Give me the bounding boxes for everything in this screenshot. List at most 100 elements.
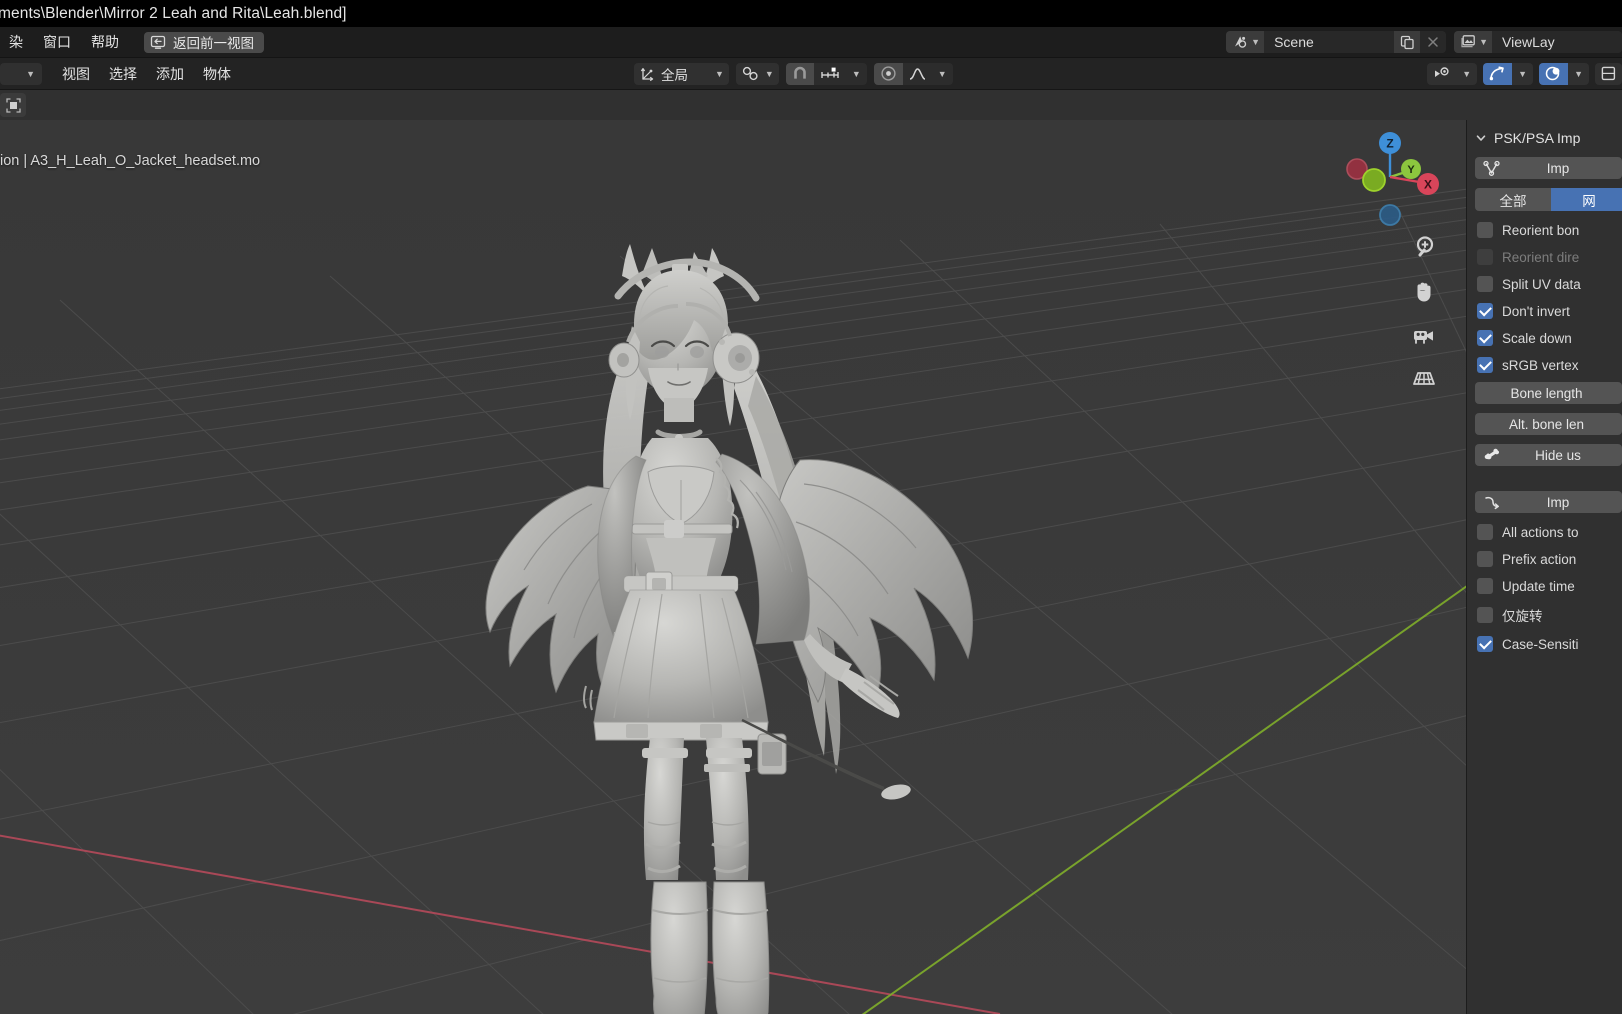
alt-bone-length-row: Alt. bone len <box>1467 413 1622 435</box>
scene-selector[interactable]: ▼ Scene <box>1226 31 1447 53</box>
animation-curve-icon <box>1483 494 1500 511</box>
option-row-case-sensitive[interactable]: Case-Sensiti <box>1477 636 1622 652</box>
rotation-only-label: 仅旋转 <box>1502 609 1543 624</box>
srgb-vertex-label: sRGB vertex <box>1502 357 1579 373</box>
dont-invert-checkbox[interactable] <box>1477 303 1493 319</box>
proportional-edit-toggle[interactable] <box>873 62 903 85</box>
scope-mesh-button[interactable]: 网 <box>1551 188 1622 211</box>
menu-window[interactable]: 窗口 <box>34 29 80 55</box>
proportional-edit-group: ▼ <box>873 62 953 85</box>
option-row-split-uv-data[interactable]: Split UV data <box>1477 276 1622 292</box>
chevron-down-icon: ▼ <box>937 68 947 79</box>
menu-select[interactable]: 选择 <box>100 61 146 87</box>
snap-toggle-button[interactable] <box>785 62 814 85</box>
snap-target-dropdown[interactable] <box>813 62 846 85</box>
chevron-down-icon: ▼ <box>764 68 774 79</box>
menu-add[interactable]: 添加 <box>147 61 193 87</box>
falloff-chevron[interactable]: ▼ <box>931 62 953 85</box>
overlays-toggle-button[interactable] <box>1539 62 1569 85</box>
zoom-icon <box>1411 234 1437 260</box>
viewlayer-selector[interactable]: ▼ ViewLay <box>1454 31 1622 53</box>
all-actions-label: All actions to <box>1502 524 1579 540</box>
prefix-action-checkbox[interactable] <box>1477 551 1493 567</box>
menu-view[interactable]: 视图 <box>53 61 99 87</box>
pivot-point-dropdown[interactable]: ▼ <box>735 62 779 85</box>
blender-window: ments\Blender\Mirror 2 Leah and Rita\Lea… <box>0 0 1622 1014</box>
transform-orientation-dropdown[interactable]: 全局 ▼ <box>634 62 729 85</box>
camera-view-button[interactable] <box>1409 320 1439 350</box>
camera-icon <box>1411 322 1437 348</box>
interaction-mode-dropdown[interactable]: ▼ <box>0 62 42 85</box>
option-row-update-time[interactable]: Update time <box>1477 578 1622 594</box>
alt-bone-length-label: Alt. bone len <box>1508 416 1585 432</box>
gizmo-chevron[interactable]: ▼ <box>1512 62 1534 85</box>
menu-render[interactable]: 染 <box>0 29 32 55</box>
orientation-axis-icon <box>639 65 656 82</box>
overlays-group: ▼ <box>1539 62 1589 85</box>
snapping-group: ▼ <box>785 62 867 85</box>
split-uv-data-label: Split UV data <box>1502 276 1581 292</box>
bone-icon <box>1483 447 1500 464</box>
scene-browse-button[interactable]: ▼ <box>1226 31 1265 53</box>
rotation-only-checkbox[interactable] <box>1477 607 1493 623</box>
case-sensitive-checkbox[interactable] <box>1477 636 1493 652</box>
chevron-down-icon: ▼ <box>1479 37 1488 47</box>
scene-delete-button[interactable] <box>1420 31 1447 53</box>
topbar-menu-group: 染 窗口 帮助 返回前一视图 <box>0 29 264 55</box>
reorient-directly-checkbox <box>1477 249 1493 265</box>
alt-bone-length-field[interactable]: Alt. bone len <box>1475 413 1622 435</box>
toggle-orthographic-button[interactable] <box>1409 364 1439 394</box>
option-row-reorient-directly: Reorient dire <box>1477 249 1622 265</box>
psk-psa-panel-header[interactable]: PSK/PSA Imp <box>1467 128 1622 148</box>
transform-orientation-label: 全局 <box>661 67 688 83</box>
viewport-nav-gizmo[interactable]: Z Y X <box>1333 125 1443 235</box>
scene-new-button[interactable] <box>1394 31 1421 53</box>
xray-toggle-button[interactable] <box>1595 62 1622 85</box>
split-uv-data-checkbox[interactable] <box>1477 276 1493 292</box>
select-box-tool-button[interactable] <box>0 93 26 117</box>
update-time-checkbox[interactable] <box>1477 578 1493 594</box>
falloff-dropdown[interactable] <box>902 62 932 85</box>
viewlayer-name-field[interactable]: ViewLay <box>1492 31 1622 53</box>
snap-options-chevron[interactable]: ▼ <box>845 62 867 85</box>
scale-down-checkbox[interactable] <box>1477 330 1493 346</box>
pan-view-button[interactable] <box>1409 276 1439 306</box>
option-row-prefix-action[interactable]: Prefix action <box>1477 551 1622 567</box>
select-box-tool-icon <box>5 97 22 114</box>
scene-name-field[interactable]: Scene <box>1264 31 1395 53</box>
option-row-rotation-only[interactable]: 仅旋转 <box>1477 605 1622 625</box>
chevron-down-icon <box>1475 132 1487 144</box>
menu-object[interactable]: 物体 <box>194 61 240 87</box>
option-row-all-actions[interactable]: All actions to <box>1477 524 1622 540</box>
import-psa-button[interactable]: Imp <box>1475 491 1622 513</box>
option-row-dont-invert[interactable]: Don't invert <box>1477 303 1622 319</box>
option-row-reorient-bones[interactable]: Reorient bon <box>1477 222 1622 238</box>
import-psa-row: Imp <box>1467 491 1622 513</box>
object-visibility-button[interactable] <box>1427 62 1457 85</box>
option-row-srgb-vertex[interactable]: sRGB vertex <box>1477 357 1622 373</box>
svg-text:X: X <box>1424 178 1432 192</box>
viewlayer-browse-button[interactable]: ▼ <box>1454 31 1492 53</box>
window-title-text: ments\Blender\Mirror 2 Leah and Rita\Lea… <box>0 5 347 22</box>
gizmo-toggle-button[interactable] <box>1483 62 1513 85</box>
scope-all-button[interactable]: 全部 <box>1475 188 1551 211</box>
back-to-previous-view-button[interactable]: 返回前一视图 <box>144 31 264 53</box>
import-mesh-button[interactable]: Imp <box>1475 157 1622 179</box>
all-actions-checkbox[interactable] <box>1477 524 1493 540</box>
visibility-chevron[interactable]: ▼ <box>1456 62 1478 85</box>
viewport-transform-controls: 全局 ▼ ▼ ▼ ▼ <box>634 62 953 85</box>
menu-help[interactable]: 帮助 <box>82 29 128 55</box>
option-row-scale-down[interactable]: Scale down <box>1477 330 1622 346</box>
reorient-directly-label: Reorient dire <box>1502 249 1580 265</box>
3d-viewport[interactable]: ion | A3_H_Leah_O_Jacket_headset.mo Z Y … <box>0 120 1622 1014</box>
back-to-previous-view-label: 返回前一视图 <box>173 36 254 51</box>
srgb-vertex-checkbox[interactable] <box>1477 357 1493 373</box>
dont-invert-label: Don't invert <box>1502 303 1570 319</box>
zoom-view-button[interactable] <box>1409 232 1439 262</box>
bone-length-label: Bone length <box>1510 385 1583 401</box>
hide-unused-bones-button[interactable]: Hide us <box>1475 444 1622 466</box>
bone-length-field[interactable]: Bone length <box>1475 382 1622 404</box>
viewport-info-text: ion | A3_H_Leah_O_Jacket_headset.mo <box>0 153 261 169</box>
reorient-bones-checkbox[interactable] <box>1477 222 1493 238</box>
overlays-chevron[interactable]: ▼ <box>1568 62 1589 85</box>
